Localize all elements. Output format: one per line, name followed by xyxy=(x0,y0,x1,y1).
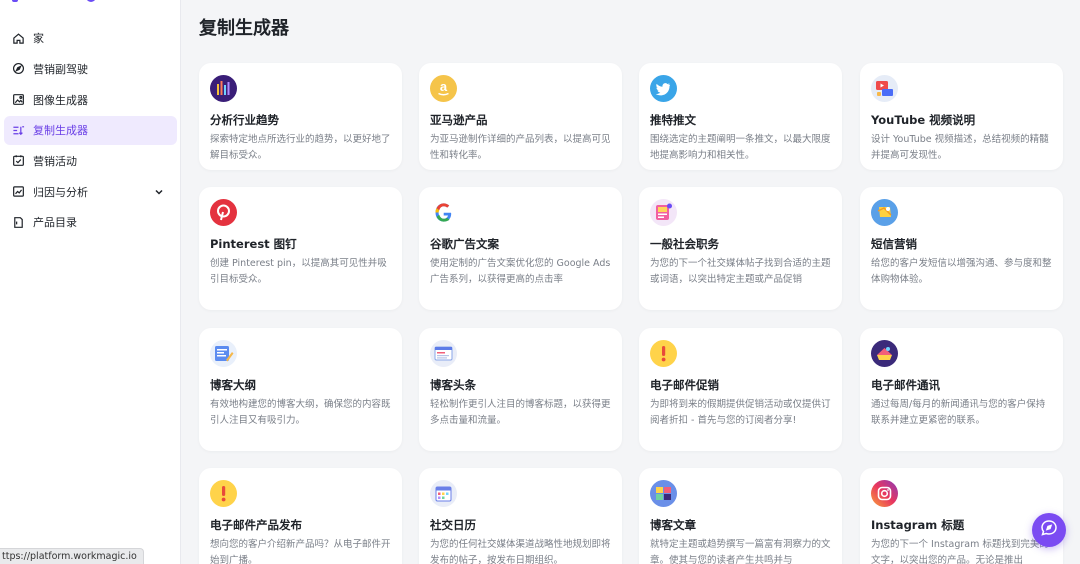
card-description: 使用定制的广告文案优化您的 Google Ads 广告系列，以获得更高的点击率 xyxy=(430,258,611,285)
compass-icon xyxy=(12,62,25,75)
youtube-icon xyxy=(871,75,898,102)
blog-outline-icon xyxy=(210,340,237,367)
logo-mark xyxy=(86,0,96,2)
card-description: 设计 YouTube 视频描述，总结视频的精髓并提高可发现性。 xyxy=(871,134,1049,161)
card-description: 为您的任何社交媒体渠道战略性地规划即将发布的帖子，按发布日期组织。 xyxy=(430,539,611,564)
card-title: 电子邮件促销 xyxy=(650,378,719,392)
card-title: 电子邮件通讯 xyxy=(871,378,940,392)
email-promo-icon xyxy=(650,340,677,367)
calendar-icon xyxy=(430,480,457,507)
card-email-promotion[interactable]: 电子邮件促销 为即将到来的假期提供促销活动或仅提供订阅者折扣 - 首先与您的订阅… xyxy=(639,328,842,451)
product-launch-icon xyxy=(210,480,237,507)
calendar-check-icon xyxy=(12,154,25,167)
sidebar-item-attribution-analytics[interactable]: 归因与分析 xyxy=(4,177,177,206)
card-general-social-post[interactable]: 一般社会职务 为您的下一个社交媒体帖子找到合适的主题或词语，以突出特定主题或产品… xyxy=(639,187,842,310)
svg-text:a: a xyxy=(440,79,448,94)
card-social-calendar[interactable]: 社交日历 为您的任何社交媒体渠道战略性地规划即将发布的帖子，按发布日期组织。 xyxy=(419,468,622,564)
card-description: 通过每周/每月的新闻通讯与您的客户保持联系并建立更紧密的联系。 xyxy=(871,399,1046,426)
sidebar: 家 营销副驾驶 图像生成器 复制生成器 营销活动 归因与分析 产品目录 ttps… xyxy=(0,0,181,564)
card-blog-article[interactable]: 博客文章 就特定主题或趋势撰写一篇富有洞察力的文章。使其与您的读者产生共鸣并与 xyxy=(639,468,842,564)
card-title: YouTube 视频说明 xyxy=(871,113,976,127)
card-description: 就特定主题或趋势撰写一篇富有洞察力的文章。使其与您的读者产生共鸣并与 xyxy=(650,539,831,564)
card-title: Pinterest 图钉 xyxy=(210,237,297,251)
card-description: 探索特定地点所选行业的趋势，以更好地了解目标受众。 xyxy=(210,134,391,161)
card-instagram-caption[interactable]: Instagram 标题 为您的下一个 Instagram 标题找到完美的文字，… xyxy=(860,468,1063,564)
main-content: 复制生成器 分析行业趋势 探索特定地点所选行业的趋势，以更好地了解目标受众。 a… xyxy=(182,0,1080,564)
sidebar-item-label: 家 xyxy=(33,32,44,46)
card-analyze-trends[interactable]: 分析行业趋势 探索特定地点所选行业的趋势，以更好地了解目标受众。 xyxy=(199,63,402,170)
card-blog-outline[interactable]: 博客大纲 有效地构建您的博客大纲，确保您的内容既引人注目又有吸引力。 xyxy=(199,328,402,451)
card-title: 一般社会职务 xyxy=(650,237,719,251)
sidebar-item-home[interactable]: 家 xyxy=(4,24,177,53)
home-icon xyxy=(12,32,25,45)
card-title: 推特推文 xyxy=(650,113,696,127)
card-description: 为您的下一个 Instagram 标题找到完美的文字，以突出您的产品。无论是推出 xyxy=(871,539,1049,564)
status-bar-url: ttps://platform.workmagic.io xyxy=(0,548,144,564)
sidebar-nav: 家 营销副驾驶 图像生成器 复制生成器 营销活动 归因与分析 产品目录 xyxy=(0,22,181,239)
page-title: 复制生成器 xyxy=(199,18,289,39)
card-title: 博客大纲 xyxy=(210,378,256,392)
card-pinterest-pin[interactable]: Pinterest 图钉 创建 Pinterest pin，以提高其可见性并吸引… xyxy=(199,187,402,310)
card-title: 谷歌广告文案 xyxy=(430,237,499,251)
card-description: 轻松制作更引人注目的博客标题，以获得更多点击量和流量。 xyxy=(430,399,611,426)
image-icon xyxy=(12,93,25,106)
twitter-icon xyxy=(650,75,677,102)
sidebar-item-campaigns[interactable]: 营销活动 xyxy=(4,146,177,175)
card-amazon-product[interactable]: a 亚马逊产品 为亚马逊制作详细的产品列表，以提高可见性和转化率。 xyxy=(419,63,622,170)
card-title: Instagram 标题 xyxy=(871,518,965,532)
sidebar-item-label: 产品目录 xyxy=(33,216,77,230)
newsletter-icon xyxy=(871,340,898,367)
card-description: 有效地构建您的博客大纲，确保您的内容既引人注目又有吸引力。 xyxy=(210,399,391,426)
card-youtube-description[interactable]: YouTube 视频说明 设计 YouTube 视频描述，总结视频的精髓并提高可… xyxy=(860,63,1063,170)
blog-headline-icon xyxy=(430,340,457,367)
card-title: 亚马逊产品 xyxy=(430,113,488,127)
card-description: 创建 Pinterest pin，以提高其可见性并吸引目标受众。 xyxy=(210,258,387,285)
sidebar-item-marketing-copilot[interactable]: 营销副驾驶 xyxy=(4,54,177,83)
card-twitter-tweet[interactable]: 推特推文 围绕选定的主题阐明一条推文，以最大限度地提高影响力和相关性。 xyxy=(639,63,842,170)
chevron-down-icon[interactable] xyxy=(151,187,167,197)
card-blog-headline[interactable]: 博客头条 轻松制作更引人注目的博客标题，以获得更多点击量和流量。 xyxy=(419,328,622,451)
card-description: 围绕选定的主题阐明一条推文，以最大限度地提高影响力和相关性。 xyxy=(650,134,831,161)
sidebar-item-label: 营销副驾驶 xyxy=(33,62,88,76)
logo[interactable] xyxy=(12,0,18,2)
sidebar-item-product-catalog[interactable]: 产品目录 xyxy=(4,208,177,237)
card-description: 为您的下一个社交媒体帖子找到合适的主题或词语，以突出特定主题或产品促销 xyxy=(650,258,831,285)
sidebar-item-copy-generator[interactable]: 复制生成器 xyxy=(4,115,177,145)
chat-assistant-button[interactable] xyxy=(1032,513,1066,547)
instagram-icon xyxy=(871,480,898,507)
sidebar-item-label: 图像生成器 xyxy=(33,93,88,107)
card-description: 为亚马逊制作详细的产品列表，以提高可见性和转化率。 xyxy=(430,134,611,161)
social-post-icon xyxy=(650,199,677,226)
sidebar-item-image-generator[interactable]: 图像生成器 xyxy=(4,85,177,114)
chat-assistant-icon xyxy=(1040,519,1058,541)
card-title: 电子邮件产品发布 xyxy=(210,518,302,532)
card-title: 分析行业趋势 xyxy=(210,113,279,127)
document-icon xyxy=(12,216,25,229)
card-title: 博客文章 xyxy=(650,518,696,532)
pinterest-icon xyxy=(210,199,237,226)
sms-icon xyxy=(871,199,898,226)
amazon-icon: a xyxy=(430,75,457,102)
card-description: 想向您的客户介绍新产品吗？从电子邮件开始到广播。 xyxy=(210,539,391,564)
google-icon xyxy=(430,199,457,226)
card-google-ads-copy[interactable]: 谷歌广告文案 使用定制的广告文案优化您的 Google Ads 广告系列，以获得… xyxy=(419,187,622,310)
sidebar-item-label: 复制生成器 xyxy=(33,124,88,138)
card-description: 给您的客户发短信以增强沟通、参与度和整体购物体验。 xyxy=(871,258,1052,285)
chart-icon xyxy=(12,185,25,198)
card-title: 短信营销 xyxy=(871,237,917,251)
card-sms-marketing[interactable]: 短信营销 给您的客户发短信以增强沟通、参与度和整体购物体验。 xyxy=(860,187,1063,310)
sidebar-item-label: 归因与分析 xyxy=(33,185,88,199)
sidebar-item-label: 营销活动 xyxy=(33,154,77,168)
card-title: 博客头条 xyxy=(430,378,476,392)
card-description: 为即将到来的假期提供促销活动或仅提供订阅者折扣 - 首先与您的订阅者分享! xyxy=(650,399,831,426)
trend-bars-icon xyxy=(210,75,237,102)
text-generate-icon xyxy=(12,124,25,137)
blog-article-icon xyxy=(650,480,677,507)
card-email-newsletter[interactable]: 电子邮件通讯 通过每周/每月的新闻通讯与您的客户保持联系并建立更紧密的联系。 xyxy=(860,328,1063,451)
card-title: 社交日历 xyxy=(430,518,476,532)
card-email-product-launch[interactable]: 电子邮件产品发布 想向您的客户介绍新产品吗？从电子邮件开始到广播。 xyxy=(199,468,402,564)
